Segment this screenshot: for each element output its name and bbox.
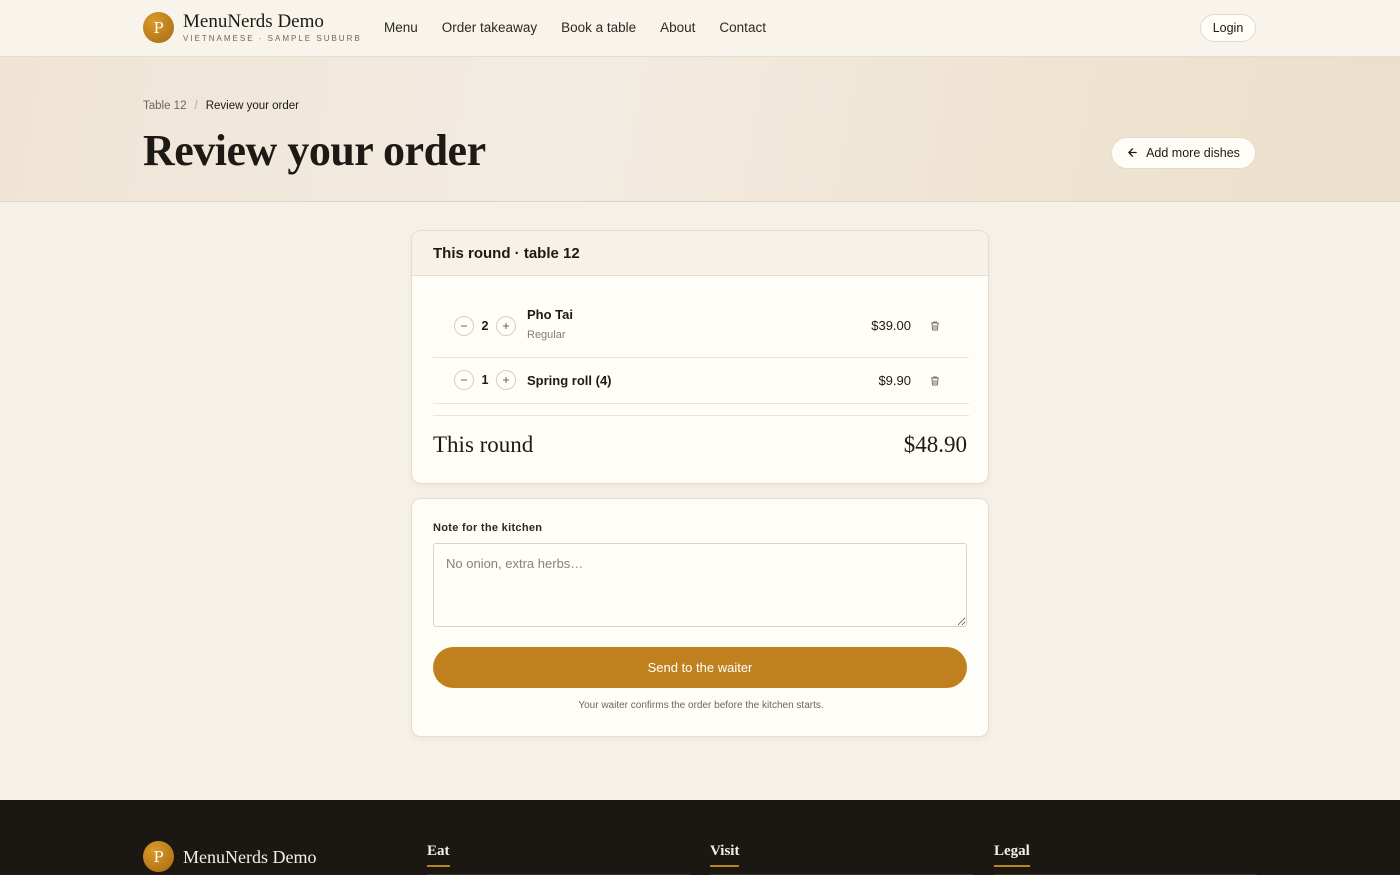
- item-info: Pho Tai Regular: [527, 307, 573, 341]
- remove-item-button[interactable]: [929, 374, 943, 388]
- trash-icon: [931, 321, 939, 331]
- breadcrumb-current: Review your order: [205, 100, 300, 112]
- nav-book-a-table[interactable]: Book a table: [561, 19, 636, 37]
- decrement-button[interactable]: [454, 316, 474, 336]
- plus-icon: [503, 377, 509, 383]
- nav-about[interactable]: About: [660, 19, 695, 37]
- brand-tagline: VIETNAMESE · SAMPLE SUBURB: [183, 34, 362, 43]
- send-to-waiter-button[interactable]: Send to the waiter: [433, 647, 967, 688]
- increment-button[interactable]: [496, 370, 516, 390]
- footer-brand[interactable]: P MenuNerds Demo: [143, 841, 316, 872]
- arrow-left-icon: [1127, 146, 1138, 161]
- footer-brand-name: MenuNerds Demo: [183, 846, 317, 867]
- quantity-value: 2: [481, 319, 489, 333]
- brand-name: MenuNerds Demo: [183, 11, 324, 32]
- item-variant: Regular: [527, 329, 566, 341]
- kitchen-note-card: Note for the kitchen Send to the waiter …: [411, 498, 989, 737]
- order-line-item: 1 Spring roll (4) $9.90: [433, 358, 969, 404]
- total-label: This round: [433, 432, 534, 457]
- item-name: Pho Tai: [527, 307, 573, 322]
- top-navigation-bar: P MenuNerds Demo VIETNAMESE · SAMPLE SUB…: [0, 0, 1400, 57]
- remove-item-button[interactable]: [929, 319, 943, 333]
- trash-icon: [931, 376, 939, 386]
- breadcrumb-separator: /: [194, 100, 198, 112]
- brand-text: MenuNerds Demo VIETNAMESE · SAMPLE SUBUR…: [183, 11, 362, 44]
- increment-button[interactable]: [496, 316, 516, 336]
- order-card-heading: This round · table 12: [412, 231, 988, 276]
- quantity-stepper: 1: [454, 370, 516, 390]
- footer-column-visit: Visit: [710, 842, 973, 875]
- footer-heading: Legal: [994, 843, 1030, 867]
- nav-contact[interactable]: Contact: [719, 19, 766, 37]
- order-summary-card: This round · table 12 2 Pho Tai Regular …: [411, 230, 989, 484]
- add-more-dishes-button[interactable]: Add more dishes: [1111, 137, 1256, 169]
- page-hero: Table 12 / Review your order Review your…: [0, 57, 1400, 202]
- add-more-dishes-label: Add more dishes: [1146, 146, 1240, 160]
- breadcrumb: Table 12 / Review your order: [143, 100, 299, 112]
- site-footer: P MenuNerds Demo Eat Visit Legal: [0, 800, 1400, 875]
- logo-icon: P: [143, 12, 174, 43]
- minus-icon: [461, 325, 467, 327]
- decrement-button[interactable]: [454, 370, 474, 390]
- footer-column-legal: Legal: [994, 842, 1257, 875]
- kitchen-note-input[interactable]: [433, 543, 967, 627]
- minus-icon: [461, 379, 467, 381]
- footer-heading: Eat: [427, 843, 450, 867]
- note-label: Note for the kitchen: [433, 522, 543, 534]
- plus-icon: [503, 323, 509, 329]
- total-value: $48.90: [903, 432, 967, 457]
- item-name: Spring roll (4): [527, 373, 612, 388]
- nav-menu[interactable]: Menu: [384, 19, 418, 37]
- send-hint: Your waiter confirms the order before th…: [578, 700, 824, 711]
- page-title: Review your order: [143, 126, 486, 175]
- item-info: Spring roll (4): [527, 373, 612, 389]
- brand[interactable]: P MenuNerds Demo VIETNAMESE · SAMPLE SUB…: [143, 12, 362, 43]
- login-button[interactable]: Login: [1200, 14, 1256, 42]
- main-nav: Menu Order takeaway Book a table About C…: [384, 19, 790, 37]
- quantity-value: 1: [481, 373, 489, 387]
- item-price: $39.00: [871, 318, 911, 333]
- breadcrumb-table[interactable]: Table 12: [143, 100, 186, 112]
- footer-logo-icon: P: [143, 841, 174, 872]
- quantity-stepper: 2: [454, 316, 516, 336]
- order-line-item: 2 Pho Tai Regular $39.00: [433, 289, 969, 358]
- nav-order-takeaway[interactable]: Order takeaway: [442, 19, 537, 37]
- round-total: This round $48.90: [433, 415, 969, 475]
- footer-column-eat: Eat: [427, 842, 690, 875]
- item-price: $9.90: [878, 373, 911, 388]
- footer-heading: Visit: [710, 843, 740, 867]
